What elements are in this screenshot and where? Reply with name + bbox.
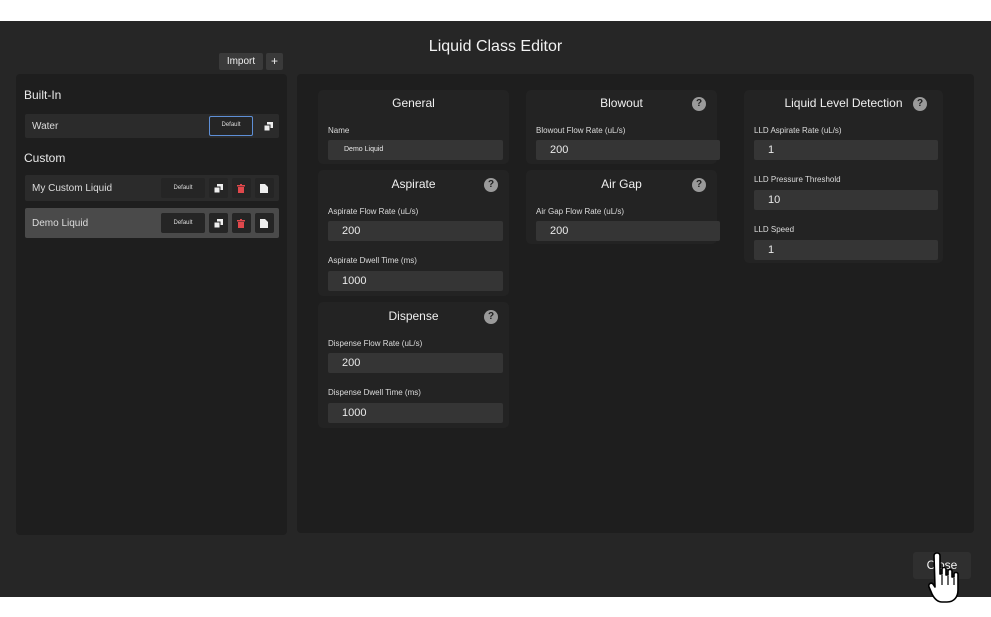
duplicate-icon — [214, 219, 223, 228]
delete-button[interactable] — [232, 178, 251, 198]
export-button[interactable] — [255, 213, 274, 233]
hand-pointer-cursor-icon — [928, 552, 959, 603]
name-input[interactable]: Demo Liquid — [328, 140, 503, 160]
dispense-dwell-time-input[interactable]: 1000 — [328, 403, 503, 423]
duplicate-icon — [214, 184, 223, 193]
help-icon[interactable]: ? — [484, 178, 498, 192]
air-gap-flow-rate-input[interactable]: 200 — [536, 221, 720, 241]
list-item-water[interactable]: Water Default — [25, 114, 279, 138]
blowout-flow-rate-label: Blowout Flow Rate (uL/s) — [536, 126, 626, 135]
lld-section: Liquid Level Detection ? LLD Aspirate Ra… — [744, 90, 943, 263]
set-default-button[interactable]: Default — [161, 213, 205, 233]
blowout-section: Blowout ? Blowout Flow Rate (uL/s) 200 — [526, 90, 720, 164]
import-button[interactable]: Import — [219, 53, 263, 70]
list-item-label: Water — [32, 121, 59, 132]
duplicate-button[interactable] — [259, 116, 278, 136]
blowout-title: Blowout — [600, 96, 643, 110]
duplicate-icon — [264, 122, 273, 131]
help-icon[interactable]: ? — [484, 310, 498, 324]
dialog-title: Liquid Class Editor — [428, 38, 563, 55]
list-item-my-custom-liquid[interactable]: My Custom Liquid Default — [25, 175, 279, 201]
help-icon[interactable]: ? — [692, 178, 706, 192]
lld-speed-label: LLD Speed — [754, 225, 795, 234]
trash-icon — [237, 184, 245, 193]
liquid-properties-panel: General Name Demo Liquid Aspirate ? Aspi… — [297, 74, 974, 533]
export-button[interactable] — [255, 178, 274, 198]
delete-button[interactable] — [232, 213, 251, 233]
aspirate-dwell-time-label: Aspirate Dwell Time (ms) — [328, 256, 417, 265]
dispense-dwell-time-label: Dispense Dwell Time (ms) — [328, 388, 421, 397]
aspirate-title: Aspirate — [391, 177, 436, 191]
dispense-section: Dispense ? Dispense Flow Rate (uL/s) 200… — [318, 302, 509, 428]
aspirate-dwell-time-input[interactable]: 1000 — [328, 271, 503, 291]
lld-speed-input[interactable]: 1 — [754, 240, 938, 260]
aspirate-flow-rate-label: Aspirate Flow Rate (uL/s) — [328, 207, 419, 216]
list-item-demo-liquid[interactable]: Demo Liquid Default — [25, 208, 279, 238]
lld-pressure-threshold-label: LLD Pressure Threshold — [754, 175, 841, 184]
file-icon — [260, 184, 268, 193]
set-default-button[interactable]: Default — [161, 178, 205, 198]
file-icon — [260, 219, 268, 228]
list-item-label: Demo Liquid — [32, 218, 89, 229]
name-label: Name — [328, 126, 350, 135]
lld-aspirate-rate-input[interactable]: 1 — [754, 140, 938, 160]
dispense-flow-rate-input[interactable]: 200 — [328, 353, 503, 373]
dispense-title: Dispense — [388, 309, 439, 323]
custom-heading: Custom — [24, 151, 66, 165]
liquid-class-editor-dialog: Liquid Class Editor Import + Built-In Wa… — [0, 21, 991, 597]
trash-icon — [237, 219, 245, 228]
lld-aspirate-rate-label: LLD Aspirate Rate (uL/s) — [754, 126, 842, 135]
duplicate-button[interactable] — [209, 213, 228, 233]
air-gap-flow-rate-label: Air Gap Flow Rate (uL/s) — [536, 207, 625, 216]
aspirate-flow-rate-input[interactable]: 200 — [328, 221, 503, 241]
duplicate-button[interactable] — [209, 178, 228, 198]
general-section: General Name Demo Liquid — [318, 90, 509, 164]
air-gap-title: Air Gap — [601, 177, 642, 191]
general-title: General — [392, 96, 435, 110]
liquid-list-panel: Built-In Water Default Custom My Custom … — [16, 74, 287, 535]
help-icon[interactable]: ? — [692, 97, 706, 111]
list-item-label: My Custom Liquid — [32, 183, 113, 194]
builtin-heading: Built-In — [24, 88, 62, 102]
aspirate-section: Aspirate ? Aspirate Flow Rate (uL/s) 200… — [318, 170, 509, 296]
add-liquid-button[interactable]: + — [266, 53, 283, 70]
dispense-flow-rate-label: Dispense Flow Rate (uL/s) — [328, 339, 423, 348]
blowout-flow-rate-input[interactable]: 200 — [536, 140, 720, 160]
lld-pressure-threshold-input[interactable]: 10 — [754, 190, 938, 210]
air-gap-section: Air Gap ? Air Gap Flow Rate (uL/s) 200 — [526, 170, 720, 244]
help-icon[interactable]: ? — [913, 97, 927, 111]
set-default-button[interactable]: Default — [209, 116, 253, 136]
